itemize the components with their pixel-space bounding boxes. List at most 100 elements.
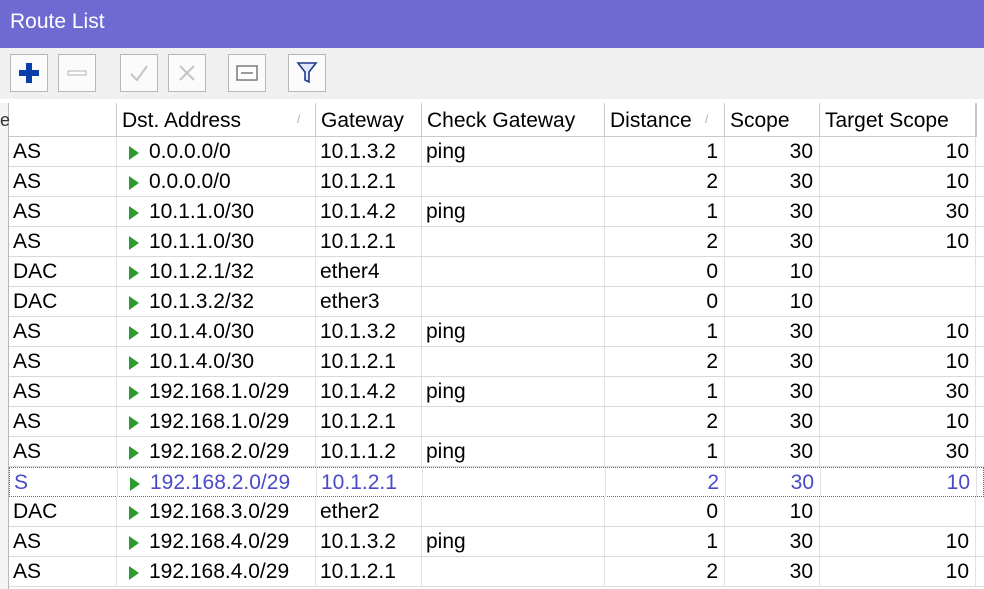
column-header-dst-address[interactable]: Dst. Address / — [117, 103, 316, 137]
disable-button[interactable] — [168, 54, 206, 92]
cell-gateway: 10.1.2.1 — [316, 347, 422, 376]
cell-check: ping — [422, 197, 605, 226]
cell-distance: 0 — [605, 287, 725, 316]
cell-scope: 10 — [725, 257, 820, 286]
cell-flags: DAC — [9, 287, 117, 316]
dst-address-text: 0.0.0.0/0 — [149, 140, 231, 163]
cell-dst-address: 10.1.2.1/32 — [117, 257, 316, 286]
table-row[interactable]: AS 192.168.4.0/29 10.1.2.1 2 30 10 — [9, 557, 984, 587]
remove-button[interactable] — [58, 54, 96, 92]
comment-button[interactable] — [228, 54, 266, 92]
route-active-icon — [129, 266, 139, 280]
cell-flags: AS — [9, 557, 117, 586]
cell-flags: DAC — [9, 257, 117, 286]
cell-flags: AS — [9, 407, 117, 436]
cell-dst-address: 192.168.1.0/29 — [117, 377, 316, 406]
cell-distance: 2 — [605, 167, 725, 196]
table-row[interactable]: AS 10.1.1.0/30 10.1.2.1 2 30 10 — [9, 227, 984, 257]
cell-gateway: ether3 — [316, 287, 422, 316]
table-row[interactable]: S 192.168.2.0/29 10.1.2.1 2 30 10 — [9, 467, 984, 497]
cell-check — [423, 468, 606, 497]
cell-scope: 30 — [725, 347, 820, 376]
cell-dst-address: 10.1.3.2/32 — [117, 287, 316, 316]
table-row[interactable]: AS 192.168.1.0/29 10.1.2.1 2 30 10 — [9, 407, 984, 437]
table-row[interactable]: AS 10.1.1.0/30 10.1.4.2 ping 1 30 30 — [9, 197, 984, 227]
cell-dst-address: 192.168.2.0/29 — [117, 437, 316, 466]
cell-flags: S — [10, 468, 118, 497]
table-row[interactable]: AS 192.168.4.0/29 10.1.3.2 ping 1 30 10 — [9, 527, 984, 557]
cell-scope: 30 — [725, 137, 820, 166]
cell-check: ping — [422, 437, 605, 466]
cell-distance: 2 — [606, 468, 726, 497]
column-header-gateway[interactable]: Gateway — [316, 103, 422, 137]
cell-flags: AS — [9, 527, 117, 556]
header-overflow-strip — [976, 103, 984, 137]
column-header-scope[interactable]: Scope — [725, 103, 820, 137]
cell-target: 10 — [820, 527, 976, 556]
dst-address-text: 10.1.2.1/32 — [149, 260, 255, 283]
cell-check — [422, 287, 605, 316]
cell-distance: 2 — [605, 347, 725, 376]
cell-target: 10 — [820, 407, 976, 436]
cell-check: ping — [422, 377, 605, 406]
column-header-target-scope[interactable]: Target Scope — [820, 103, 976, 137]
cell-distance: 1 — [605, 377, 725, 406]
dst-address-text: 192.168.3.0/29 — [149, 500, 290, 523]
x-icon — [179, 65, 195, 81]
cell-target: 10 — [821, 468, 977, 497]
dst-address-text: 192.168.2.0/29 — [150, 471, 291, 494]
cell-check: ping — [422, 527, 605, 556]
cell-gateway: 10.1.4.2 — [316, 377, 422, 406]
column-header-flags[interactable] — [9, 103, 117, 137]
dst-address-text: 10.1.4.0/30 — [149, 350, 255, 373]
dst-address-text: 10.1.4.0/30 — [149, 320, 255, 343]
cell-target: 10 — [820, 137, 976, 166]
cell-gateway: ether2 — [316, 497, 422, 526]
table-row[interactable]: AS 0.0.0.0/0 10.1.2.1 2 30 10 — [9, 167, 984, 197]
dst-address-text: 0.0.0.0/0 — [149, 170, 231, 193]
route-active-icon — [129, 326, 139, 340]
sort-indicator-icon: / — [297, 112, 301, 126]
table-row[interactable]: AS 10.1.4.0/30 10.1.2.1 2 30 10 — [9, 347, 984, 377]
cell-scope: 30 — [726, 468, 821, 497]
note-icon — [236, 65, 258, 81]
column-header-distance[interactable]: Distance / — [605, 103, 725, 137]
cell-flags: AS — [9, 377, 117, 406]
cell-gateway: 10.1.2.1 — [316, 227, 422, 256]
cell-dst-address: 10.1.4.0/30 — [117, 317, 316, 346]
column-header-check-gateway[interactable]: Check Gateway — [422, 103, 605, 137]
cell-flags: DAC — [9, 497, 117, 526]
cell-scope: 30 — [725, 527, 820, 556]
cell-check — [422, 347, 605, 376]
table-row[interactable]: AS 0.0.0.0/0 10.1.3.2 ping 1 30 10 — [9, 137, 984, 167]
cell-scope: 10 — [725, 287, 820, 316]
cell-gateway: 10.1.3.2 — [316, 137, 422, 166]
table-row[interactable]: DAC 10.1.2.1/32 ether4 0 10 — [9, 257, 984, 287]
dst-address-text: 10.1.1.0/30 — [149, 200, 255, 223]
table-row[interactable]: AS 192.168.2.0/29 10.1.1.2 ping 1 30 30 — [9, 437, 984, 467]
cell-dst-address: 192.168.2.0/29 — [118, 468, 317, 497]
table-row[interactable]: AS 10.1.4.0/30 10.1.3.2 ping 1 30 10 — [9, 317, 984, 347]
cell-target: 30 — [820, 437, 976, 466]
cell-flags: AS — [9, 317, 117, 346]
table-row[interactable]: AS 192.168.1.0/29 10.1.4.2 ping 1 30 30 — [9, 377, 984, 407]
add-button[interactable] — [10, 54, 48, 92]
cell-gateway: 10.1.2.1 — [316, 407, 422, 436]
cell-scope: 30 — [725, 317, 820, 346]
filter-button[interactable] — [288, 54, 326, 92]
dst-address-text: 10.1.3.2/32 — [149, 290, 255, 313]
cell-scope: 30 — [725, 437, 820, 466]
route-active-icon — [129, 176, 139, 190]
cell-flags: AS — [9, 197, 117, 226]
dst-address-text: 192.168.2.0/29 — [149, 440, 290, 463]
cell-target: 10 — [820, 167, 976, 196]
sort-indicator-icon: / — [705, 112, 709, 126]
table-row[interactable]: DAC 192.168.3.0/29 ether2 0 10 — [9, 497, 984, 527]
cell-dst-address: 0.0.0.0/0 — [117, 167, 316, 196]
cell-gateway: 10.1.1.2 — [316, 437, 422, 466]
cell-gateway: 10.1.4.2 — [316, 197, 422, 226]
table-row[interactable]: DAC 10.1.3.2/32 ether3 0 10 — [9, 287, 984, 317]
enable-button[interactable] — [120, 54, 158, 92]
cell-flags: AS — [9, 347, 117, 376]
cell-scope: 30 — [725, 377, 820, 406]
